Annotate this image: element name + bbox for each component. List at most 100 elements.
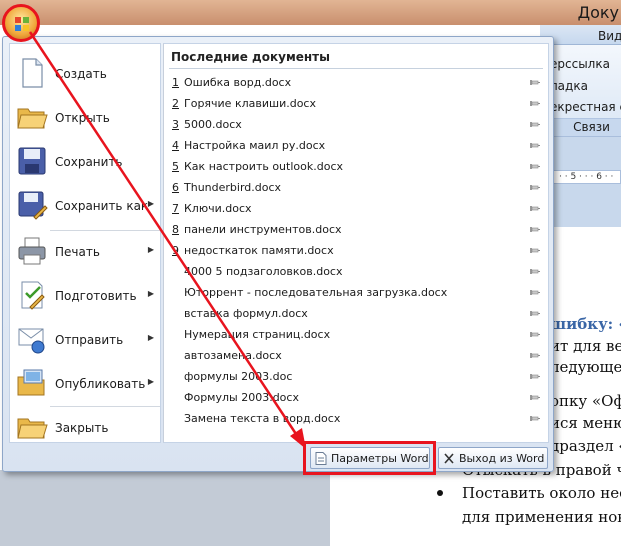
- recent-document-item[interactable]: автозамена.docx: [170, 346, 544, 366]
- recent-document-item[interactable]: 2 Горячие клавиши.docx: [170, 94, 544, 114]
- menu-item-close[interactable]: Закрыть: [10, 408, 162, 448]
- menu-item-label: Печать: [55, 245, 100, 259]
- document-background: [0, 470, 330, 546]
- office-button[interactable]: [2, 4, 40, 42]
- send-icon: [18, 328, 45, 354]
- menu-item-label: Создать: [55, 67, 107, 81]
- menu-item-label: Опубликовать: [55, 377, 146, 391]
- ribbon-item-hyperlink[interactable]: ерссылка: [550, 57, 610, 71]
- recent-document-name: Как настроить outlook.docx: [184, 160, 343, 173]
- recent-document-item[interactable]: формулы 2003.doc: [170, 367, 544, 387]
- recent-document-name: Настройка маил ру.docx: [184, 139, 326, 152]
- recent-document-item[interactable]: 5 Как настроить outlook.docx: [170, 157, 544, 177]
- recent-document-number: 9: [172, 244, 179, 257]
- recent-document-number: 5: [172, 160, 179, 173]
- recent-document-item[interactable]: Нумерация страниц.docx: [170, 325, 544, 345]
- menu-item-open[interactable]: Открыть: [10, 98, 162, 138]
- recent-document-name: 5000.docx: [184, 118, 242, 131]
- pin-icon[interactable]: [530, 373, 540, 380]
- menu-item-publish[interactable]: Опубликовать ▶: [10, 364, 162, 404]
- menu-item-label: Подготовить: [55, 289, 137, 303]
- recent-document-number: 7: [172, 202, 179, 215]
- ribbon-item-cross-reference[interactable]: екрестная сс: [550, 100, 621, 114]
- ribbon-item-bookmark[interactable]: ладка: [550, 79, 588, 93]
- recent-documents-pane: Последние документы 1 Ошибка ворд.docx 2 Го…: [163, 43, 549, 443]
- pin-icon[interactable]: [530, 100, 540, 107]
- pin-icon[interactable]: [530, 394, 540, 401]
- pin-icon[interactable]: [530, 289, 540, 296]
- pin-icon[interactable]: [530, 142, 540, 149]
- recent-document-name: Формулы 2003.docx: [184, 391, 299, 404]
- menu-item-label: Открыть: [55, 111, 110, 125]
- recent-document-item[interactable]: Ютоppeнт - последовательная загрузка.doc…: [170, 283, 544, 303]
- close-icon: [444, 453, 454, 464]
- recent-document-item[interactable]: 4 Настройка маил ру.docx: [170, 136, 544, 156]
- recent-document-name: вставка формул.docx: [184, 307, 308, 320]
- pin-icon[interactable]: [530, 331, 540, 338]
- title-bar: Доку: [0, 0, 621, 25]
- recent-document-number: 4: [172, 139, 179, 152]
- doc-bullet-line: для применения новой: [462, 508, 621, 526]
- recent-document-name: Ключи.docx: [184, 202, 252, 215]
- pin-icon[interactable]: [530, 352, 540, 359]
- recent-document-item[interactable]: вставка формул.docx: [170, 304, 544, 324]
- recent-document-item[interactable]: 3 5000.docx: [170, 115, 544, 135]
- save-as-icon: [18, 191, 48, 220]
- doc-line: ися меню: [550, 414, 621, 432]
- recent-document-name: Thunderbird.docx: [184, 181, 282, 194]
- publish-icon: [17, 369, 45, 396]
- recent-document-number: 1: [172, 76, 179, 89]
- horizontal-ruler: · · 5 · · · 6 · ·: [552, 170, 621, 184]
- menu-item-save-as[interactable]: Сохранить как ▶: [10, 186, 162, 226]
- menu-item-new[interactable]: Создать: [10, 54, 162, 94]
- pin-icon[interactable]: [530, 121, 540, 128]
- menu-separator: [50, 406, 160, 407]
- recent-document-item[interactable]: 4000 5 подзаголовков.docx: [170, 262, 544, 282]
- pin-icon[interactable]: [530, 247, 540, 254]
- recent-document-name: Замена текста в ворд.docx: [184, 412, 341, 425]
- office-logo-icon: [15, 17, 29, 31]
- doc-bullet-line: Поставить около неё о: [462, 484, 621, 502]
- highlight-frame: [303, 441, 436, 475]
- recent-document-name: Нумерация страниц.docx: [184, 328, 331, 341]
- recent-document-item[interactable]: 6 Thunderbird.docx: [170, 178, 544, 198]
- menu-item-print[interactable]: Печать ▶: [10, 232, 162, 272]
- recent-separator: [169, 68, 543, 69]
- command-pane: Создать Открыть Сохранить Сохранить как …: [9, 43, 161, 443]
- exit-word-button[interactable]: Выход из Word: [438, 447, 548, 469]
- office-menu: Создать Открыть Сохранить Сохранить как …: [2, 36, 554, 472]
- bullet-icon: [437, 490, 443, 496]
- recent-document-item[interactable]: 8 панели инструментов.docx: [170, 220, 544, 240]
- recent-document-name: Горячие клавиши.docx: [184, 97, 316, 110]
- pin-icon[interactable]: [530, 79, 540, 86]
- recent-document-item[interactable]: 9 недосткаток памяти.docx: [170, 241, 544, 261]
- recent-document-item[interactable]: 7 Ключи.docx: [170, 199, 544, 219]
- pin-icon[interactable]: [530, 415, 540, 422]
- menu-item-send[interactable]: Отправить ▶: [10, 320, 162, 360]
- recent-documents-title: Последние документы: [171, 50, 330, 64]
- pin-icon[interactable]: [530, 163, 540, 170]
- pin-icon[interactable]: [530, 310, 540, 317]
- save-disk-icon: [18, 147, 46, 175]
- tab-view[interactable]: Вид: [598, 29, 621, 43]
- recent-document-name: формулы 2003.doc: [184, 370, 293, 383]
- pin-icon[interactable]: [530, 205, 540, 212]
- recent-document-item[interactable]: Замена текста в ворд.docx: [170, 409, 544, 429]
- pin-icon[interactable]: [530, 268, 540, 275]
- pin-icon[interactable]: [530, 226, 540, 233]
- menu-item-save[interactable]: Сохранить: [10, 142, 162, 182]
- recent-document-item[interactable]: 1 Ошибка ворд.docx: [170, 73, 544, 93]
- recent-document-name: Ютоppeнт - последовательная загрузка.doc…: [184, 286, 448, 299]
- doc-line: ит для вер: [550, 337, 621, 355]
- recent-document-item[interactable]: Формулы 2003.docx: [170, 388, 544, 408]
- pin-icon[interactable]: [530, 184, 540, 191]
- recent-document-number: 3: [172, 118, 179, 131]
- doc-line: драздел «: [550, 437, 621, 455]
- menu-item-prepare[interactable]: Подготовить ▶: [10, 276, 162, 316]
- menu-item-label: Отправить: [55, 333, 124, 347]
- recent-document-name: панели инструментов.docx: [184, 223, 342, 236]
- doc-heading: шибку: «: [550, 315, 621, 333]
- close-document-icon: [17, 418, 48, 439]
- ribbon-group-links: Связи: [548, 118, 621, 136]
- submenu-arrow-icon: ▶: [147, 199, 154, 208]
